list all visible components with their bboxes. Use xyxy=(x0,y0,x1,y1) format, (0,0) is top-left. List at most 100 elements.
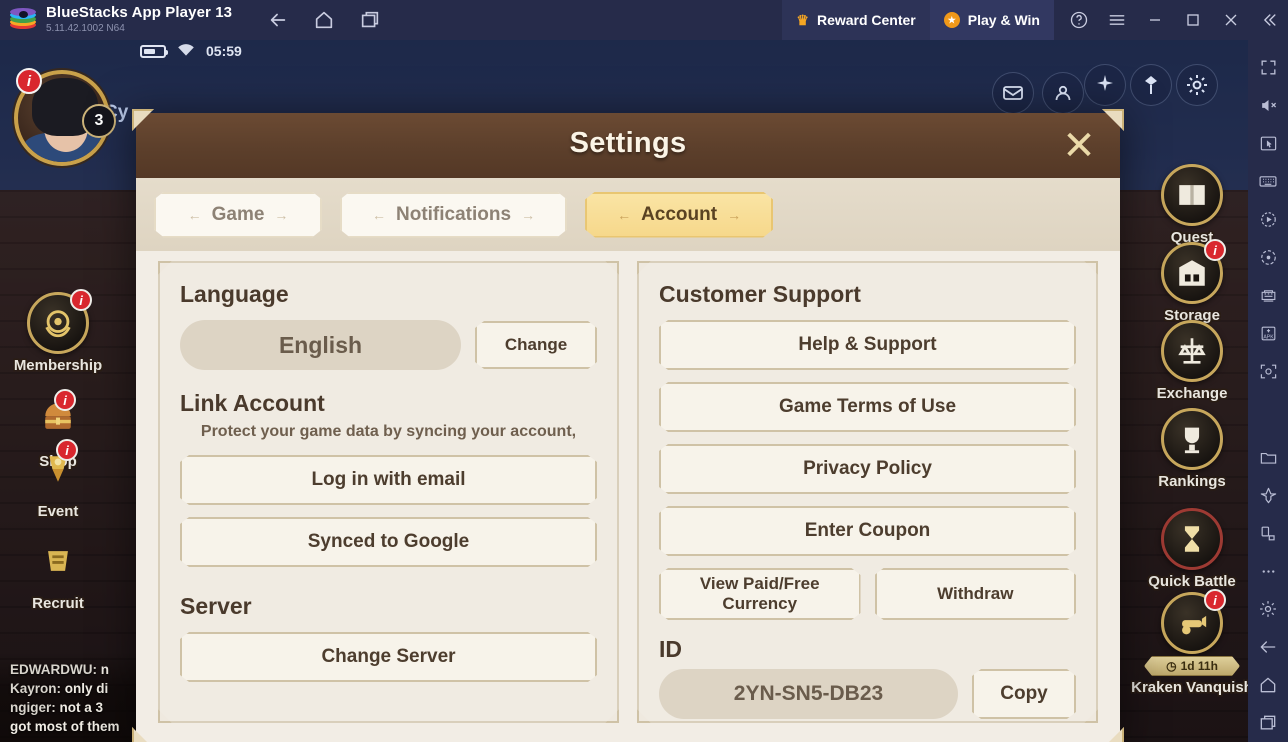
back-icon[interactable] xyxy=(266,8,290,32)
bluestacks-titlebar: BlueStacks App Player 13 5.11.42.1002 N6… xyxy=(0,0,1288,40)
rotate-icon[interactable] xyxy=(1248,514,1288,552)
chat-text: not a 3 xyxy=(59,700,104,715)
privacy-policy-button[interactable]: Privacy Policy xyxy=(659,444,1076,494)
fullscreen-icon[interactable] xyxy=(1248,48,1288,86)
reward-center-label: Reward Center xyxy=(816,12,916,28)
banner-icon-button[interactable] xyxy=(1130,64,1172,106)
bluestacks-sidebar: APK xyxy=(1248,40,1288,742)
badge-notice: i xyxy=(1204,589,1226,611)
copy-id-button[interactable]: Copy xyxy=(972,669,1076,719)
menu-icon[interactable] xyxy=(1098,0,1136,40)
media-folder-icon[interactable] xyxy=(1248,438,1288,476)
more-icon[interactable] xyxy=(1248,552,1288,590)
warehouse-icon: i xyxy=(1161,239,1226,304)
tab-label: Notifications xyxy=(396,203,512,225)
keyboard-icon[interactable] xyxy=(1248,162,1288,200)
link-account-section-title: Link Account xyxy=(180,390,325,416)
badge-notice: i xyxy=(54,389,76,411)
avatar-notice-badge[interactable]: i xyxy=(16,68,42,94)
tab-game[interactable]: ← Game → xyxy=(154,192,322,238)
app-version: 5.11.42.1002 N64 xyxy=(46,23,125,34)
tab-notifications[interactable]: ← Notifications → xyxy=(340,192,567,238)
kraken-timer: ◷ 1d 11h xyxy=(1144,656,1240,676)
sidebar-item-kraken-vanquish[interactable]: i ◷ 1d 11h Kraken Vanquish xyxy=(1120,589,1248,696)
badge-notice: i xyxy=(70,289,92,311)
record-icon[interactable] xyxy=(1248,238,1288,276)
withdraw-button[interactable]: Withdraw xyxy=(875,568,1077,620)
sidebar-item-storage[interactable]: i Storage xyxy=(1132,239,1248,324)
dialog-title: Settings xyxy=(569,127,687,159)
multi-instance-icon[interactable] xyxy=(358,8,382,32)
multi-instance-manager-icon[interactable] xyxy=(1248,276,1288,314)
wifi-icon xyxy=(176,42,196,60)
chevron-left-icon: ← xyxy=(617,206,632,223)
close-icon[interactable]: ✕ xyxy=(1058,125,1100,167)
chat-text: got most of them xyxy=(10,719,120,734)
play-and-win-button[interactable]: ★ Play & Win xyxy=(929,0,1054,40)
player-avatar[interactable]: i 3 xyxy=(6,62,118,174)
minimize-icon[interactable] xyxy=(1136,0,1174,40)
game-terms-of-use-button[interactable]: Game Terms of Use xyxy=(659,382,1076,432)
badge-notice: i xyxy=(56,439,78,461)
reward-center-button[interactable]: ♛ Reward Center xyxy=(782,0,930,40)
home-icon[interactable] xyxy=(312,8,336,32)
help-icon[interactable] xyxy=(1060,0,1098,40)
change-server-button[interactable]: Change Server xyxy=(180,632,597,682)
tab-account[interactable]: ← Account → xyxy=(585,192,773,238)
sidebar-item-quick-battle[interactable]: Quick Battle xyxy=(1120,508,1248,590)
macro-play-icon[interactable] xyxy=(1248,200,1288,238)
synced-to-google-button[interactable]: Synced to Google xyxy=(180,517,597,567)
scales-icon xyxy=(1161,320,1223,382)
close-icon[interactable] xyxy=(1212,0,1250,40)
change-language-button[interactable]: Change xyxy=(475,321,597,369)
eco-mode-icon[interactable] xyxy=(1248,476,1288,514)
account-left-panel: Language English Change Link Account Pro… xyxy=(158,261,619,723)
recruit-scroll-icon xyxy=(27,530,89,592)
mail-icon-button[interactable] xyxy=(992,72,1034,114)
sidebar-item-label: Quick Battle xyxy=(1148,573,1236,590)
settings-gear-icon-button[interactable] xyxy=(1176,64,1218,106)
bluestacks-logo-icon xyxy=(10,7,36,33)
app-title: BlueStacks App Player 13 xyxy=(46,4,233,21)
sidebar-item-event[interactable]: i Event xyxy=(0,438,118,520)
collapse-icon[interactable] xyxy=(1250,0,1288,40)
back-icon[interactable] xyxy=(1248,628,1288,666)
home-icon[interactable] xyxy=(1248,666,1288,704)
person-icon-button[interactable] xyxy=(1042,72,1084,114)
maximize-icon[interactable] xyxy=(1174,0,1212,40)
help-and-support-button[interactable]: Help & Support xyxy=(659,320,1076,370)
status-time: 05:59 xyxy=(206,43,242,59)
sparkle-icon-button[interactable] xyxy=(1084,64,1126,106)
install-apk-icon[interactable]: APK xyxy=(1248,314,1288,352)
clock-icon: ◷ xyxy=(1166,659,1177,673)
sidebar-item-quest[interactable]: Quest xyxy=(1132,164,1248,246)
sidebar-item-label: Membership xyxy=(13,357,103,374)
chat-text: only di xyxy=(64,681,109,696)
chevron-right-icon: → xyxy=(727,206,742,223)
login-with-email-button[interactable]: Log in with email xyxy=(180,455,597,505)
sidebar-item-recruit[interactable]: Recruit xyxy=(0,530,118,612)
account-right-panel: Customer Support Help & Support Game Ter… xyxy=(637,261,1098,723)
mute-icon[interactable] xyxy=(1248,86,1288,124)
sidebar-item-rankings[interactable]: Rankings xyxy=(1132,408,1248,490)
chat-user: EDWARDWU: xyxy=(10,662,97,677)
membership-emblem-icon: i xyxy=(27,289,92,354)
app-title-block: BlueStacks App Player 13 5.11.42.1002 N6… xyxy=(46,5,232,35)
server-section-title: Server xyxy=(180,593,252,619)
settings-icon[interactable] xyxy=(1248,590,1288,628)
hourglass-icon xyxy=(1161,508,1223,570)
recents-icon[interactable] xyxy=(1248,704,1288,742)
sidebar-item-exchange[interactable]: Exchange xyxy=(1132,320,1248,402)
link-account-description: Protect your game data by syncing your a… xyxy=(200,423,577,440)
enter-coupon-button[interactable]: Enter Coupon xyxy=(659,506,1076,556)
sidebar-item-membership[interactable]: i Membership xyxy=(0,289,118,374)
screenshot-icon[interactable] xyxy=(1248,352,1288,390)
view-paid-free-currency-button[interactable]: View Paid/Free Currency xyxy=(659,568,861,620)
play-win-label: Play & Win xyxy=(967,12,1040,28)
cannon-icon: i xyxy=(1161,589,1226,654)
chevron-right-icon: → xyxy=(274,206,289,223)
window-controls xyxy=(1054,0,1288,40)
cursor-icon[interactable] xyxy=(1248,124,1288,162)
sidebar-item-label: Rankings xyxy=(1158,473,1226,490)
sidebar-item-label: Recruit xyxy=(32,595,84,612)
